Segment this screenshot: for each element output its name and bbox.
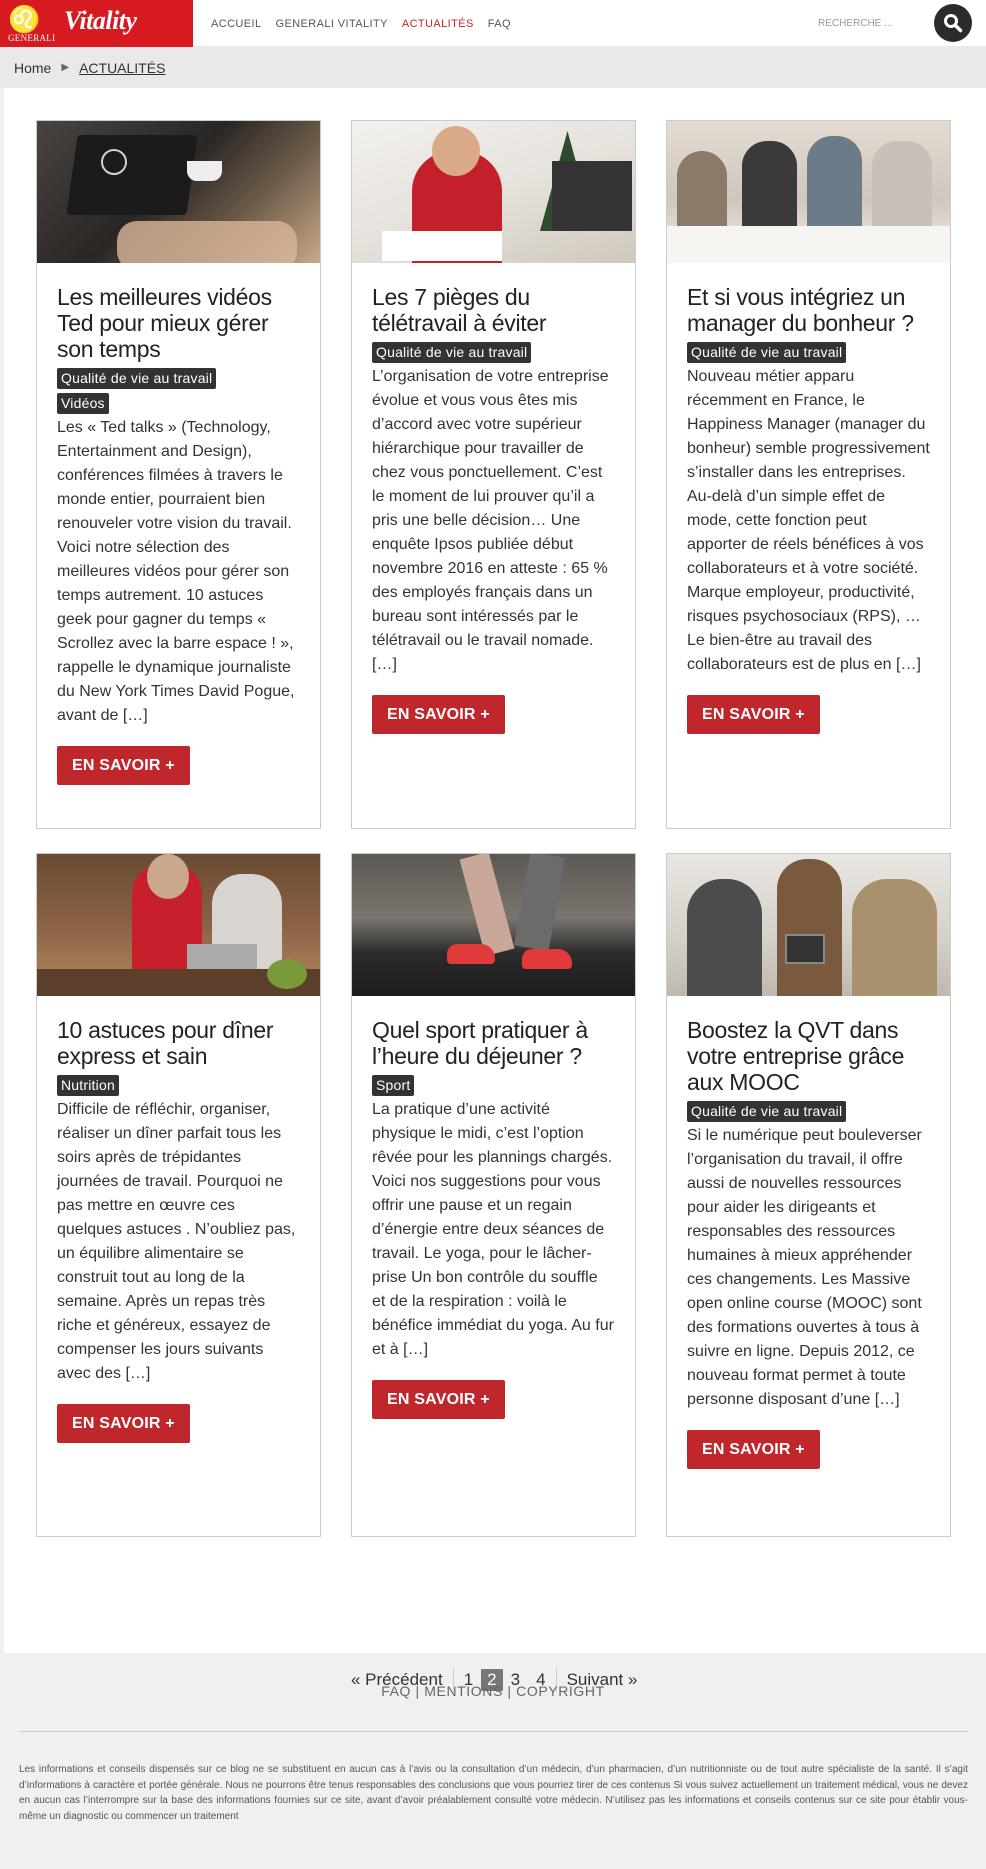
article-excerpt: La pratique d’une activité physique le m… <box>372 1101 614 1358</box>
article-card: Quel sport pratiquer à l’heure du déjeun… <box>351 853 636 1537</box>
nav-item-actualites[interactable]: ACTUALITÉS <box>402 18 474 30</box>
article-excerpt: Difficile de réfléchir, organiser, réali… <box>57 1101 296 1382</box>
main-content: Les meilleures vidéos Ted pour mieux gér… <box>4 88 986 1692</box>
breadcrumb-current[interactable]: ACTUALITÉS <box>79 60 165 76</box>
top-header: ♌ GENERALI Vitality ACCUEIL GENERALI VIT… <box>0 0 986 47</box>
search-input[interactable] <box>818 12 928 34</box>
article-card: Les 7 pièges du télétravail à éviter Qua… <box>351 120 636 829</box>
article-card: Les meilleures vidéos Ted pour mieux gér… <box>36 120 321 829</box>
article-image-team-meeting[interactable] <box>667 121 950 263</box>
footer-divider <box>19 1731 968 1732</box>
read-more-button[interactable]: EN SAVOIR + <box>57 1404 190 1443</box>
read-more-button[interactable]: EN SAVOIR + <box>372 1380 505 1419</box>
breadcrumb-arrow-icon: ▶ <box>61 62 70 73</box>
generali-vitality-logo[interactable]: ♌ GENERALI Vitality <box>0 0 193 47</box>
nav-item-accueil[interactable]: ACCUEIL <box>211 18 261 30</box>
article-tag[interactable]: Qualité de vie au travail <box>687 1101 847 1122</box>
read-more-button[interactable]: EN SAVOIR + <box>687 1430 820 1469</box>
article-image-group-tablet[interactable] <box>667 854 950 996</box>
article-title[interactable]: Quel sport pratiquer à l’heure du déjeun… <box>372 1017 615 1069</box>
footer-links[interactable]: FAQ | MENTIONS | COPYRIGHT <box>0 1683 986 1699</box>
lion-logo-icon: ♌ <box>8 4 41 34</box>
read-more-button[interactable]: EN SAVOIR + <box>687 695 820 734</box>
article-image-couple-cooking[interactable] <box>37 854 320 996</box>
article-card: 10 astuces pour dîner express et sain Nu… <box>36 853 321 1537</box>
read-more-button[interactable]: EN SAVOIR + <box>372 695 505 734</box>
article-excerpt: Nouveau métier apparu récemment en Franc… <box>687 368 930 673</box>
article-image-man-home-office[interactable] <box>352 121 635 263</box>
search-button[interactable] <box>934 4 972 42</box>
search-icon <box>944 14 963 33</box>
article-image-treadmill-running[interactable] <box>352 854 635 996</box>
article-excerpt: Si le numérique peut bouleverser l’organ… <box>687 1127 922 1408</box>
article-card: Boostez la QVT dans votre entreprise grâ… <box>666 853 951 1537</box>
nav-item-generali-vitality[interactable]: GENERALI VITALITY <box>275 18 387 30</box>
logo-company-text: GENERALI <box>8 33 56 43</box>
nav-item-faq[interactable]: FAQ <box>488 18 511 30</box>
logo-brand-text: Vitality <box>64 6 137 35</box>
article-tag[interactable]: Qualité de vie au travail <box>57 368 217 389</box>
article-tag[interactable]: Sport <box>372 1075 415 1096</box>
article-tag[interactable]: Qualité de vie au travail <box>687 342 847 363</box>
article-tag[interactable]: Vidéos <box>57 393 109 414</box>
main-nav: ACCUEIL GENERALI VITALITY ACTUALITÉS FAQ <box>211 0 525 47</box>
article-title[interactable]: 10 astuces pour dîner express et sain <box>57 1017 300 1069</box>
breadcrumb: Home ▶ ACTUALITÉS <box>0 47 986 88</box>
breadcrumb-home[interactable]: Home <box>14 60 51 76</box>
article-title[interactable]: Et si vous intégriez un manager du bonhe… <box>687 284 930 336</box>
article-tag[interactable]: Qualité de vie au travail <box>372 342 532 363</box>
article-excerpt: Les « Ted talks » (Technology, Entertain… <box>57 419 295 724</box>
article-title[interactable]: Les meilleures vidéos Ted pour mieux gér… <box>57 284 300 362</box>
article-title[interactable]: Boostez la QVT dans votre entreprise grâ… <box>687 1017 930 1095</box>
article-card: Et si vous intégriez un manager du bonhe… <box>666 120 951 829</box>
article-title[interactable]: Les 7 pièges du télétravail à éviter <box>372 284 615 336</box>
article-tag[interactable]: Nutrition <box>57 1075 119 1096</box>
footer-disclaimer: Les informations et conseils dispensés s… <box>19 1764 968 1822</box>
article-excerpt: L’organisation de votre entreprise évolu… <box>372 368 609 673</box>
read-more-button[interactable]: EN SAVOIR + <box>57 746 190 785</box>
article-image-laptop-video[interactable] <box>37 121 320 263</box>
